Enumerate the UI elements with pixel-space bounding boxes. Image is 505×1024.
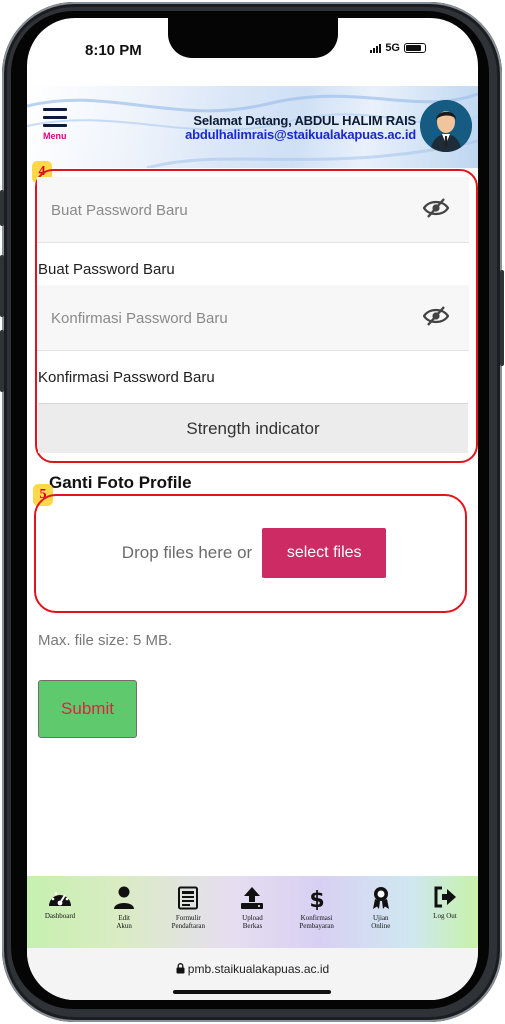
select-files-button[interactable]: select files	[262, 528, 387, 578]
max-file-size-text: Max. file size: 5 MB.	[38, 632, 173, 649]
nav-item-ujian-online[interactable]: Ujian Online	[354, 876, 408, 948]
welcome-block: Selamat Datang, ABDUL HALIM RAIS abdulha…	[185, 113, 416, 142]
nav-item-log-out[interactable]: Log Out	[418, 876, 472, 948]
user-icon	[114, 886, 135, 909]
nav-label: Log Out	[433, 912, 457, 920]
award-icon	[372, 887, 389, 909]
new-password-label: Buat Password Baru	[38, 261, 175, 278]
nav-item-formulir-pendaftaran[interactable]: Formulir Pendaftaran	[161, 876, 215, 948]
battery-icon	[404, 43, 426, 53]
network-label: 5G	[385, 42, 400, 54]
side-button	[500, 270, 504, 366]
home-indicator[interactable]	[173, 990, 331, 994]
logout-icon	[434, 886, 456, 908]
nav-item-edit-akun[interactable]: Edit Akun	[97, 876, 151, 948]
nav-item-dashboard[interactable]: Dashboard	[33, 876, 87, 948]
screen: 8:10 PM 5G Menu Selamat Datang, ABDUL HA…	[27, 18, 478, 1000]
dollar-icon: $	[309, 888, 324, 910]
status-indicators: 5G	[370, 42, 426, 54]
section-title-photo: Ganti Foto Profile	[49, 473, 192, 492]
menu-label: Menu	[43, 131, 67, 141]
confirm-password-field[interactable]: Konfirmasi Password Baru	[37, 285, 469, 351]
menu-button[interactable]: Menu	[43, 108, 73, 141]
confirm-password-label: Konfirmasi Password Baru	[38, 369, 215, 386]
bottom-nav: Dashboard Edit Akun Formulir Pendaftaran	[27, 876, 478, 948]
dashboard-icon	[49, 892, 71, 906]
url-display: pmb.staikualakapuas.ac.id	[27, 962, 478, 976]
new-password-placeholder: Buat Password Baru	[51, 202, 188, 219]
nav-label: Dashboard	[44, 912, 76, 920]
side-button	[0, 330, 4, 392]
form-icon	[178, 886, 199, 910]
lock-icon	[176, 963, 185, 974]
drop-files-text: Drop files here or	[121, 543, 253, 562]
status-time: 8:10 PM	[85, 42, 142, 59]
upload-icon	[241, 887, 264, 909]
side-button	[0, 255, 4, 317]
nav-label: Ujian Online	[371, 914, 391, 930]
eye-slash-icon[interactable]	[422, 197, 450, 224]
signal-icon	[370, 43, 382, 53]
app-header: Menu Selamat Datang, ABDUL HALIM RAIS ab…	[27, 86, 478, 168]
browser-url-bar[interactable]: pmb.staikualakapuas.ac.id	[27, 948, 478, 1000]
notch	[168, 18, 338, 58]
nav-label: Konfirmasi Pembayaran	[299, 914, 334, 930]
user-email: abdulhalimrais@staikualakapuas.ac.id	[185, 127, 416, 142]
url-text: pmb.staikualakapuas.ac.id	[187, 962, 330, 976]
welcome-text: Selamat Datang, ABDUL HALIM RAIS	[193, 113, 416, 128]
confirm-password-placeholder: Konfirmasi Password Baru	[51, 310, 228, 327]
strength-indicator: Strength indicator	[38, 403, 468, 453]
menu-icon	[43, 108, 73, 127]
submit-button[interactable]: Submit	[38, 680, 137, 738]
avatar-icon[interactable]	[420, 100, 472, 152]
nav-label: Formulir Pendaftaran	[171, 914, 206, 930]
side-button	[0, 190, 4, 226]
eye-slash-icon[interactable]	[422, 305, 450, 332]
new-password-field[interactable]: Buat Password Baru	[37, 177, 469, 243]
nav-label: Edit Akun	[116, 914, 132, 930]
file-dropzone[interactable]: Drop files here or select files	[39, 498, 469, 608]
nav-item-upload-berkas[interactable]: Upload Berkas	[225, 876, 279, 948]
svg-text:$: $	[309, 888, 324, 910]
nav-label: Upload Berkas	[242, 914, 263, 930]
nav-item-konfirmasi-pembayaran[interactable]: $ Konfirmasi Pembayaran	[290, 876, 344, 948]
